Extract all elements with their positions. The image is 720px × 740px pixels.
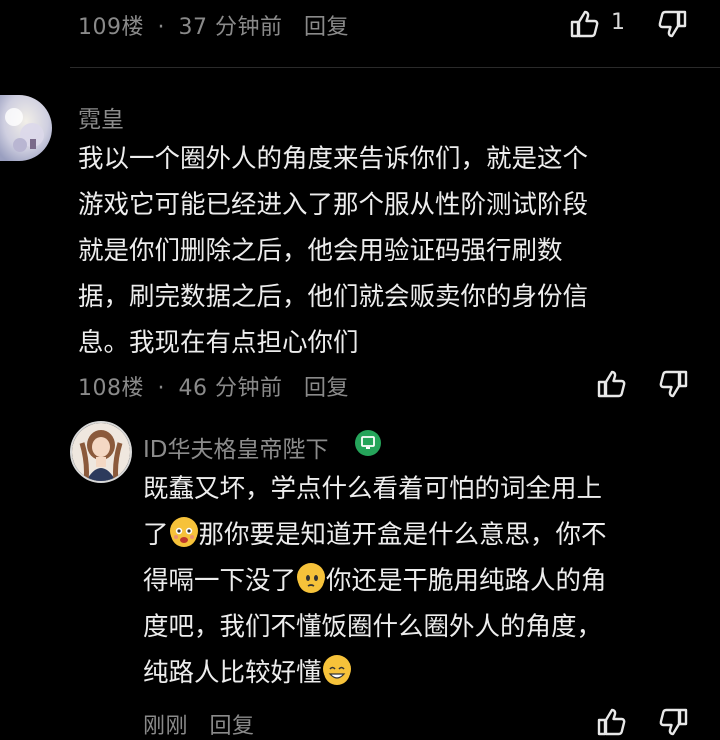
timestamp: 37 分钟前 [178, 15, 283, 40]
reply-avatar[interactable] [70, 421, 132, 483]
timestamp: 刚刚 [143, 714, 189, 739]
reply-text: 你还是干脆用纯路人的角 [326, 566, 607, 596]
reply-text: 了 [143, 520, 169, 550]
reply-line: 纯路人比较好懂 [143, 650, 718, 696]
reply-text: 得嗝一下没了 [143, 566, 297, 596]
side-eye-face-emoji [297, 563, 326, 593]
reply-text: 那你要是知道开盒是什么意思，你不 [198, 520, 607, 550]
dislike-button[interactable] [655, 6, 691, 42]
dislike-button[interactable] [656, 366, 692, 402]
thumbs-down-icon [659, 370, 688, 398]
grin-face-emoji [322, 655, 351, 685]
like-button[interactable] [593, 366, 629, 402]
comment-body: 我以一个圈外人的角度来告诉你们，就是这个 游戏它可能已经进入了那个服从性阶测试阶… [78, 136, 718, 366]
timestamp: 46 分钟前 [178, 376, 283, 401]
comment-author[interactable]: 霓皇 [78, 100, 124, 134]
floor-label: 109楼 [78, 15, 144, 40]
comment-line: 我以一个圈外人的角度来告诉你们，就是这个 [78, 144, 589, 174]
reply-meta: 刚刚 回复 [143, 708, 255, 740]
floor-label: 108楼 [78, 376, 144, 401]
reply-button[interactable]: 回复 [210, 714, 255, 739]
separator-dot: · [157, 376, 165, 401]
dislike-button[interactable] [656, 704, 692, 740]
reply-line: 既蠢又坏，学点什么看着可怕的词全用上 [143, 474, 603, 504]
reply-button[interactable]: 回复 [304, 15, 349, 40]
comment-108-meta: 108楼 · 46 分钟前 回复 [78, 370, 349, 402]
thumbs-down-icon [658, 10, 687, 38]
reply-line: 得嗝一下没了 你还是干脆用纯路人的角 [143, 558, 718, 604]
thumbs-up-icon [570, 10, 599, 38]
comment-109-meta: 109楼 · 37 分钟前 回复 [78, 9, 349, 41]
separator-dot: · [157, 15, 165, 40]
thumbs-down-icon [659, 708, 688, 736]
thumbs-up-icon [597, 370, 626, 398]
like-count: 1 [611, 10, 625, 35]
reply-author-label: ID华夫格皇帝陛下 [143, 437, 329, 463]
like-button[interactable] [593, 704, 629, 740]
comment-line: 游戏它可能已经进入了那个服从性阶测试阶段 [78, 190, 589, 220]
monitor-badge-icon [355, 430, 381, 456]
reply-body: 既蠢又坏，学点什么看着可怕的词全用上 了那你要是知道开盒是什么意思，你不 得嗝一… [143, 466, 718, 696]
shocked-face-emoji [169, 517, 198, 547]
reply-text: 纯路人比较好懂 [143, 658, 322, 688]
reply-author[interactable]: ID华夫格皇帝陛下 [143, 430, 329, 464]
comment-line: 息。我现在有点担心你们 [78, 328, 359, 358]
avatar[interactable] [0, 95, 52, 161]
reply-line: 了那你要是知道开盒是什么意思，你不 [143, 512, 718, 558]
reply-line: 度吧，我们不懂饭圈什么圈外人的角度， [143, 612, 603, 642]
like-button[interactable] [566, 6, 602, 42]
divider [70, 67, 720, 68]
comment-line: 就是你们删除之后，他会用验证码强行刷数 [78, 236, 563, 266]
reply-button[interactable]: 回复 [304, 376, 349, 401]
thumbs-up-icon [597, 708, 626, 736]
comment-line: 据，刷完数据之后，他们就会贩卖你的身份信 [78, 282, 589, 312]
